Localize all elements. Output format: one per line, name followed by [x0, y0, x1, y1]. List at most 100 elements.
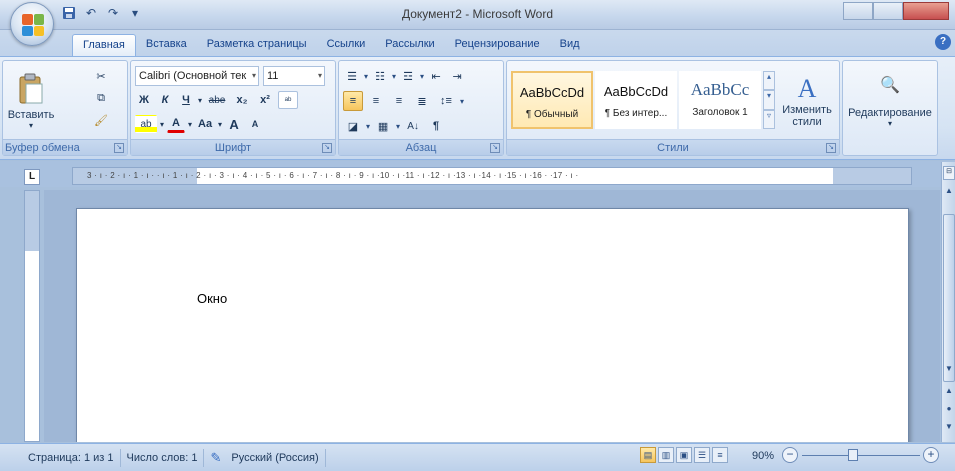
chevron-down-icon[interactable]: ▾	[420, 72, 424, 81]
styles-more-icon[interactable]: ▿	[763, 109, 775, 129]
window-controls	[843, 2, 949, 20]
browse-object-icon[interactable]: ●	[943, 402, 955, 416]
outline-icon[interactable]: ☰	[694, 447, 710, 463]
bullets-icon[interactable]: ☰	[343, 67, 361, 85]
chevron-down-icon: ▾	[317, 71, 322, 80]
highlight-button[interactable]: ab	[135, 115, 157, 133]
chevron-down-icon[interactable]: ▾	[396, 122, 400, 131]
subscript-button[interactable]: x₂	[232, 91, 252, 109]
style-sample: AaBbCcDd	[603, 84, 669, 99]
full-screen-reading-icon[interactable]: ▥	[658, 447, 674, 463]
editing-group: 🔍 Редактирование ▾	[842, 60, 938, 156]
zoom-in-icon[interactable]: +	[923, 447, 939, 463]
styles-scroll-down-icon[interactable]: ▾	[763, 90, 775, 110]
chevron-down-icon[interactable]: ▾	[160, 120, 164, 129]
tab-selector[interactable]: L	[24, 169, 40, 185]
chevron-down-icon[interactable]: ▾	[218, 120, 222, 129]
borders-icon[interactable]: ▦	[373, 117, 393, 135]
zoom-level[interactable]: 90%	[752, 450, 774, 462]
tab-mailings[interactable]: Рассылки	[375, 34, 444, 56]
bold-button[interactable]: Ж	[135, 91, 153, 109]
multilevel-list-icon[interactable]: ☲	[399, 67, 417, 85]
maximize-button[interactable]	[873, 2, 903, 20]
align-right-icon[interactable]: ≡	[389, 91, 409, 111]
chevron-down-icon: ▾	[887, 118, 892, 128]
print-layout-icon[interactable]: ▤	[640, 447, 656, 463]
cut-icon[interactable]: ✂	[91, 67, 111, 85]
tab-page-layout[interactable]: Разметка страницы	[197, 34, 317, 56]
proofing-icon: ✎	[210, 449, 222, 465]
paste-button[interactable]: Вставить ▾	[7, 65, 55, 137]
scroll-thumb[interactable]	[943, 214, 955, 382]
document-text[interactable]: Окно	[197, 291, 227, 306]
chevron-down-icon[interactable]: ▾	[366, 122, 370, 131]
editing-button[interactable]: 🔍 Редактирование ▾	[845, 65, 935, 137]
vertical-scrollbar[interactable]: ▲ ▼ ▲ ● ▼	[941, 162, 955, 442]
strikethrough-button[interactable]: abe	[205, 91, 229, 109]
clipboard-dialog-launcher-icon[interactable]: ↘	[114, 143, 124, 153]
font-size-combo[interactable]: 11 ▾	[263, 66, 325, 86]
font-name-combo[interactable]: Calibri (Основной тек ▾	[135, 66, 259, 86]
ribbon-tabs: Главная Вставка Разметка страницы Ссылки…	[0, 30, 955, 56]
italic-button[interactable]: К	[156, 91, 174, 109]
shading-icon[interactable]: ◪	[343, 117, 363, 135]
styles-dialog-launcher-icon[interactable]: ↘	[826, 143, 836, 153]
zoom-slider-thumb[interactable]	[848, 449, 858, 461]
underline-button[interactable]: Ч	[177, 91, 195, 109]
show-marks-button[interactable]: ¶	[426, 117, 446, 135]
view-ruler-icon[interactable]: ⊟	[943, 166, 955, 180]
page-count[interactable]: Страница: 1 из 1	[22, 448, 121, 467]
vertical-ruler[interactable]	[24, 190, 40, 442]
font-color-button[interactable]: A	[167, 115, 186, 133]
web-layout-icon[interactable]: ▣	[676, 447, 692, 463]
line-spacing-icon[interactable]: ↕≡	[435, 91, 457, 111]
copy-icon[interactable]: ⧉	[91, 89, 111, 107]
tab-review[interactable]: Рецензирование	[445, 34, 550, 56]
horizontal-ruler[interactable]: 3 · ı · 2 · ı · 1 · ı · · ı · 1 · ı · 2 …	[72, 167, 912, 185]
help-icon[interactable]: ?	[935, 34, 951, 50]
style-sample: AaBbCcDd	[519, 85, 585, 100]
shrink-font-button[interactable]: A	[246, 115, 264, 133]
tab-references[interactable]: Ссылки	[317, 34, 376, 56]
draft-icon[interactable]: ≡	[712, 447, 728, 463]
close-button[interactable]	[903, 2, 949, 20]
scroll-up-icon[interactable]: ▲	[943, 184, 955, 198]
clear-formatting-icon[interactable]: ᵃᵇ	[278, 91, 299, 109]
language-indicator[interactable]: ✎ Русский (Россия)	[204, 448, 326, 467]
next-page-icon[interactable]: ▼	[943, 420, 955, 434]
office-button[interactable]	[10, 2, 54, 46]
change-styles-button[interactable]: A Изменить стили	[779, 65, 835, 137]
justify-icon[interactable]: ≣	[412, 91, 432, 111]
superscript-button[interactable]: x²	[255, 91, 275, 109]
word-count[interactable]: Число слов: 1	[121, 448, 205, 467]
chevron-down-icon[interactable]: ▾	[392, 72, 396, 81]
style-heading-1[interactable]: AaBbCc Заголовок 1	[679, 71, 761, 129]
align-center-icon[interactable]: ≡	[366, 91, 386, 111]
chevron-down-icon[interactable]: ▾	[460, 97, 464, 106]
font-dialog-launcher-icon[interactable]: ↘	[322, 143, 332, 153]
zoom-slider-track[interactable]	[802, 455, 920, 456]
minimize-button[interactable]	[843, 2, 873, 20]
grow-font-button[interactable]: A	[225, 115, 243, 133]
style-normal[interactable]: AaBbCcDd ¶ Обычный	[511, 71, 593, 129]
zoom-out-icon[interactable]: −	[782, 447, 798, 463]
scroll-down-icon[interactable]: ▼	[943, 362, 955, 376]
document-page[interactable]: Окно	[76, 208, 909, 442]
chevron-down-icon[interactable]: ▾	[188, 120, 192, 129]
align-left-icon[interactable]: ≡	[343, 91, 363, 111]
format-painter-icon[interactable]: 🖌	[91, 111, 111, 129]
tab-view[interactable]: Вид	[550, 34, 590, 56]
increase-indent-icon[interactable]: ⇥	[448, 67, 466, 85]
sort-icon[interactable]: A↓	[403, 117, 423, 135]
styles-scroll-up-icon[interactable]: ▴	[763, 71, 775, 91]
paragraph-dialog-launcher-icon[interactable]: ↘	[490, 143, 500, 153]
change-case-button[interactable]: Aa	[195, 115, 215, 133]
tab-insert[interactable]: Вставка	[136, 34, 197, 56]
chevron-down-icon[interactable]: ▾	[198, 96, 202, 105]
previous-page-icon[interactable]: ▲	[943, 384, 955, 398]
style-no-spacing[interactable]: AaBbCcDd ¶ Без интер...	[595, 71, 677, 129]
tab-home[interactable]: Главная	[72, 34, 136, 56]
numbering-icon[interactable]: ☷	[371, 67, 389, 85]
chevron-down-icon[interactable]: ▾	[364, 72, 368, 81]
decrease-indent-icon[interactable]: ⇤	[427, 67, 445, 85]
